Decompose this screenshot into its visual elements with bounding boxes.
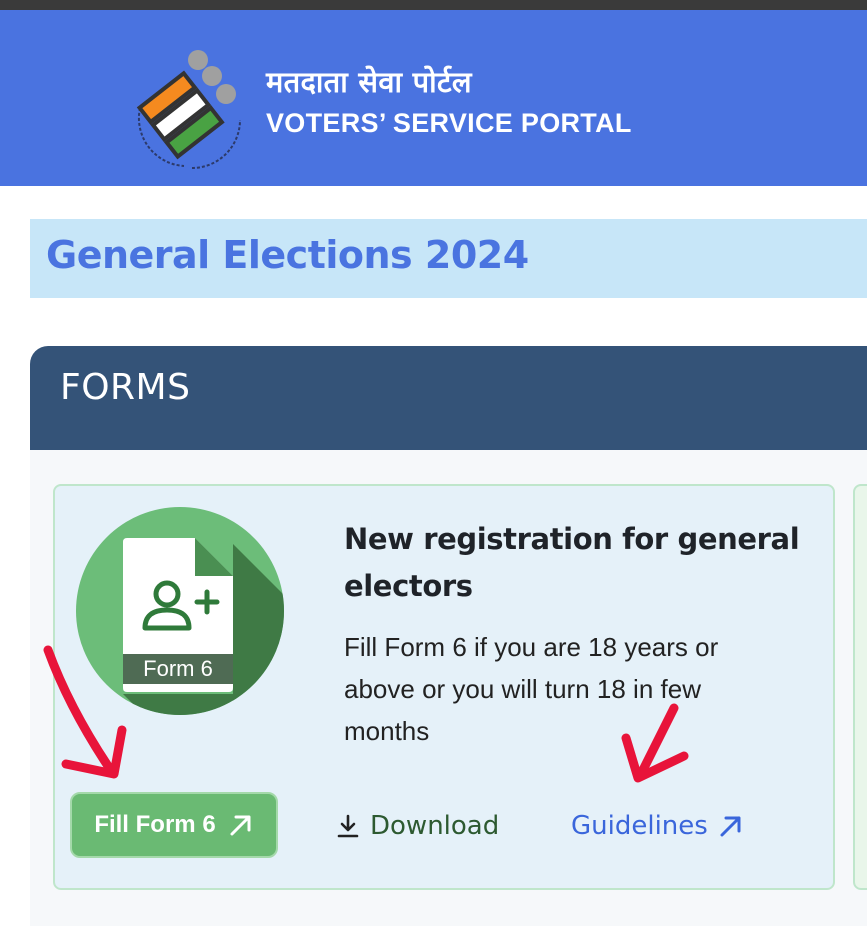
download-label: Download [370, 811, 500, 841]
banner-title: General Elections 2024 [46, 233, 529, 277]
next-form-card [853, 484, 867, 890]
eci-logo-icon[interactable] [128, 48, 248, 174]
fill-form6-button[interactable]: Fill Form 6 [70, 792, 278, 858]
external-arrow-icon [230, 815, 251, 836]
fill-form6-label: Fill Form 6 [94, 811, 216, 838]
add-user-document-icon: Form 6 [76, 507, 284, 715]
browser-top-bar [0, 0, 867, 10]
download-link[interactable]: Download [336, 806, 499, 846]
card-title: New registration for general electors [344, 522, 800, 603]
external-arrow-icon [720, 816, 741, 837]
form-icon-label: Form 6 [143, 656, 213, 681]
forms-header: FORMS [30, 346, 867, 450]
download-icon [337, 814, 359, 838]
forms-heading: FORMS [60, 367, 191, 408]
site-header: मतदाता सेवा पोर्टल VOTERS’ SERVICE PORTA… [0, 10, 867, 186]
card-description: Fill Form 6 if you are 18 years or above… [344, 632, 719, 746]
portal-title-hindi: मतदाता सेवा पोर्टल [266, 65, 472, 99]
portal-title-english: VOTERS’ SERVICE PORTAL [266, 108, 632, 138]
guidelines-link[interactable]: Guidelines [571, 806, 744, 846]
form6-card: Form 6 New registration for general elec… [53, 484, 835, 890]
election-banner: General Elections 2024 [30, 219, 867, 298]
guidelines-label: Guidelines [571, 811, 708, 841]
